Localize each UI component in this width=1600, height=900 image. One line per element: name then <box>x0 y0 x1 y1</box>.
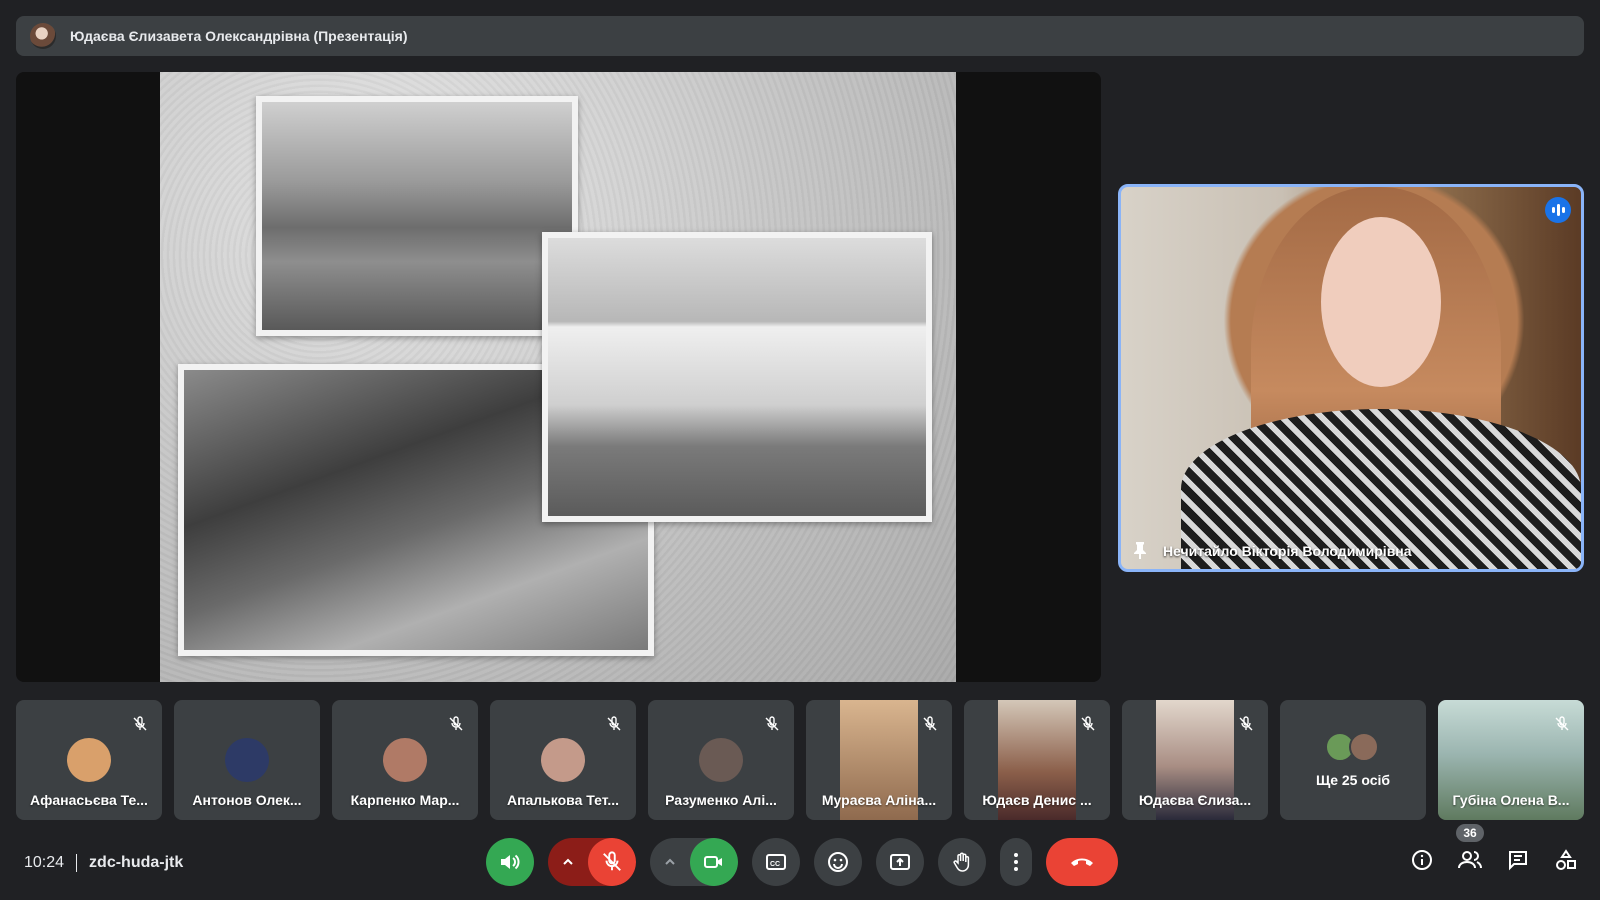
participant-name: Карпенко Мар... <box>350 792 460 808</box>
mic-off-icon <box>607 716 621 731</box>
present-screen-button[interactable] <box>876 838 924 886</box>
meeting-details-button[interactable] <box>1408 846 1436 874</box>
avatar <box>67 738 111 782</box>
chevron-up-icon <box>665 858 675 865</box>
mic-off-icon <box>1239 716 1253 731</box>
participant-tile[interactable]: Карпенко Мар... <box>332 700 478 820</box>
mic-options-button[interactable] <box>548 838 588 886</box>
presenter-avatar <box>30 23 56 49</box>
meeting-code[interactable]: zdc-huda-jtk <box>89 854 183 872</box>
hang-up-icon <box>1071 858 1093 866</box>
participant-name: Антонов Олек... <box>192 792 302 808</box>
present-icon <box>890 854 910 870</box>
people-icon <box>1458 851 1482 869</box>
avatar <box>699 738 743 782</box>
camera-toggle-button[interactable] <box>690 838 738 886</box>
chevron-up-icon <box>563 858 573 865</box>
mic-off-icon <box>603 851 621 871</box>
captions-icon: CC <box>766 854 786 870</box>
active-speaker-tile[interactable]: Нечитайло Вікторія Володимирівна <box>1118 184 1584 572</box>
chat-button[interactable] <box>1504 846 1532 874</box>
video-camera-icon <box>704 856 722 868</box>
more-vert-icon <box>1014 853 1018 871</box>
mic-off-icon <box>449 716 463 731</box>
hand-icon <box>953 852 970 872</box>
pin-icon[interactable] <box>1133 541 1147 559</box>
more-participants-tile[interactable]: Ще 25 осіб <box>1280 700 1426 820</box>
mic-toggle-button[interactable] <box>588 838 636 886</box>
slide-photo <box>542 232 932 522</box>
participant-strip: Афанасьєва Те... Антонов Олек... Карпенк… <box>16 700 1584 820</box>
emoji-icon <box>828 852 848 872</box>
participant-tile[interactable]: Губіна Олена В... <box>1438 700 1584 820</box>
participant-name: Юдаєв Денис ... <box>982 792 1092 808</box>
microphone-control <box>548 838 636 886</box>
avatar <box>225 738 269 782</box>
participant-tile[interactable]: Разуменко Алі... <box>648 700 794 820</box>
activities-button[interactable] <box>1552 846 1580 874</box>
mic-off-icon <box>133 716 147 731</box>
more-participants-avatars <box>1325 732 1381 762</box>
avatar <box>541 738 585 782</box>
mic-off-icon <box>1555 716 1569 731</box>
more-participants-label: Ще 25 осіб <box>1315 772 1391 788</box>
raise-hand-button[interactable] <box>938 838 986 886</box>
info-icon <box>1412 850 1432 870</box>
participant-tile[interactable]: Юдаєв Денис ... <box>964 700 1110 820</box>
participant-tile[interactable]: Апалькова Тет... <box>490 700 636 820</box>
call-controls: CC <box>486 838 1118 886</box>
camera-control <box>650 838 738 886</box>
meeting-time: 10:24 <box>24 854 65 871</box>
participant-name: Афанасьєва Те... <box>30 792 148 808</box>
participant-tile[interactable]: Мураєва Аліна... <box>806 700 952 820</box>
divider <box>76 854 78 872</box>
presentation-title: Юдаєва Єлизавета Олександрівна (Презента… <box>70 28 408 44</box>
presentation-slide <box>160 72 956 682</box>
people-button[interactable]: 36 <box>1456 824 1484 874</box>
participant-name: Юдаєва Єлиза... <box>1138 792 1252 808</box>
participant-name: Разуменко Алі... <box>665 792 777 808</box>
mic-off-icon <box>1081 716 1095 731</box>
participant-tile[interactable]: Антонов Олек... <box>174 700 320 820</box>
mic-off-icon <box>765 716 779 731</box>
meeting-tools: 36 <box>1408 824 1580 874</box>
meeting-info: 10:24 zdc-huda-jtk <box>24 854 183 872</box>
control-bar: 10:24 zdc-huda-jtk CC 36 <box>0 824 1600 894</box>
participant-name: Апалькова Тет... <box>506 792 620 808</box>
volume-icon <box>501 854 520 870</box>
participant-name: Губіна Олена В... <box>1452 792 1570 808</box>
captions-button[interactable]: CC <box>752 838 800 886</box>
speaker-name: Нечитайло Вікторія Володимирівна <box>1163 543 1412 559</box>
participant-name: Мураєва Аліна... <box>821 792 937 808</box>
speaking-indicator-icon <box>1545 197 1571 223</box>
camera-options-button[interactable] <box>650 838 690 886</box>
more-options-button[interactable] <box>1000 838 1032 886</box>
chat-icon <box>1509 851 1527 871</box>
presentation-header: Юдаєва Єлизавета Олександрівна (Презента… <box>16 16 1584 56</box>
mic-off-icon <box>923 716 937 731</box>
participant-tile[interactable]: Юдаєва Єлиза... <box>1122 700 1268 820</box>
leave-call-button[interactable] <box>1046 838 1118 886</box>
shapes-icon <box>1556 849 1576 870</box>
svg-text:CC: CC <box>770 861 780 868</box>
slide-photo <box>256 96 578 336</box>
reactions-button[interactable] <box>814 838 862 886</box>
participant-count-badge: 36 <box>1456 824 1484 842</box>
participant-tile[interactable]: Афанасьєва Те... <box>16 700 162 820</box>
avatar <box>383 738 427 782</box>
presentation-stage <box>16 72 1101 682</box>
speaker-output-button[interactable] <box>486 838 534 886</box>
